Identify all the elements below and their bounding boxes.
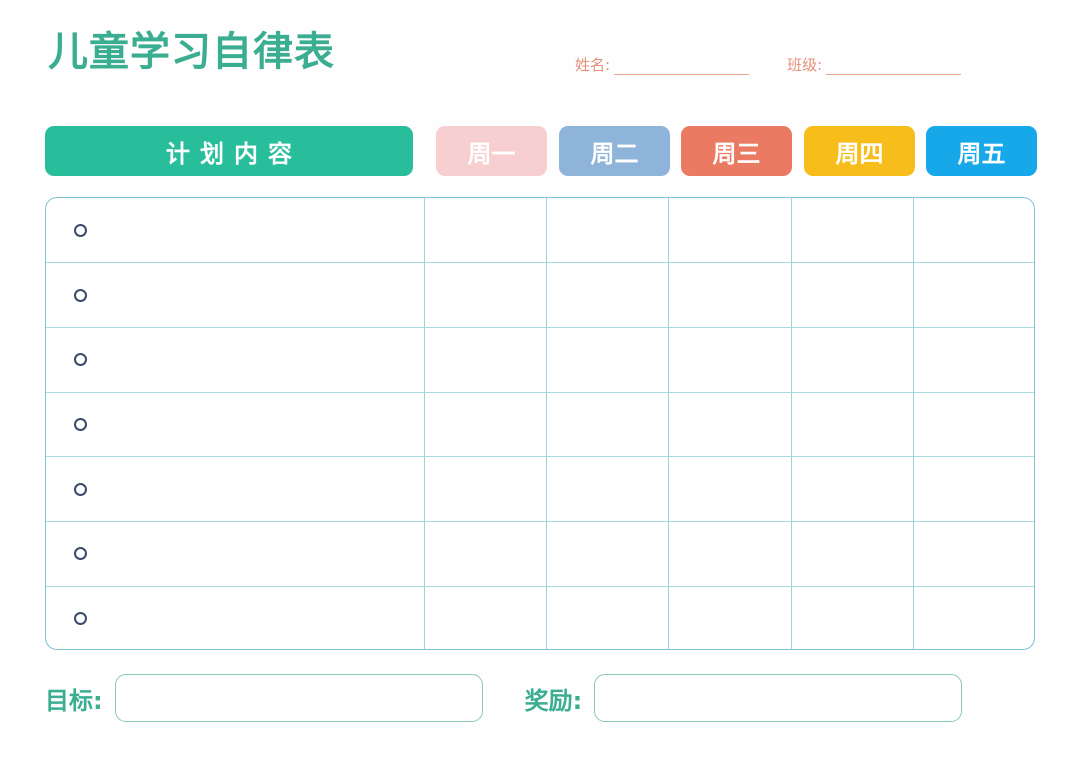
day-cell[interactable] [546, 456, 670, 522]
name-field-label: 姓名: [575, 56, 611, 74]
day-cell[interactable] [424, 521, 547, 587]
page-header: 儿童学习自律表 姓名: 班级: [0, 0, 1080, 110]
class-field-writeline[interactable] [826, 74, 962, 75]
day-cell[interactable] [791, 198, 915, 264]
circle-outline-icon [74, 547, 87, 561]
day-cell[interactable] [791, 521, 915, 587]
day-cell[interactable] [424, 198, 547, 264]
day-cell[interactable] [791, 262, 915, 328]
plan-cell[interactable] [46, 521, 425, 587]
plan-table [46, 198, 1034, 649]
day-cell[interactable] [668, 586, 792, 649]
table-row [46, 392, 1034, 458]
day-cell[interactable] [668, 392, 792, 458]
column-header-tuesday[interactable]: 周二 [559, 126, 670, 176]
plan-cell[interactable] [46, 586, 425, 649]
footer-row: 目标: 奖励: [45, 668, 1037, 728]
circle-outline-icon [74, 288, 87, 302]
day-cell[interactable] [424, 392, 547, 458]
day-cell[interactable] [914, 586, 1034, 649]
day-cell[interactable] [546, 521, 670, 587]
table-row [46, 586, 1034, 649]
day-cell[interactable] [668, 521, 792, 587]
day-cell[interactable] [913, 392, 1034, 458]
column-header-row: 计划内容 周一 周二 周三 周四 周五 [45, 126, 1037, 176]
meta-fields: 姓名: 班级: [575, 56, 962, 75]
table-row [46, 262, 1034, 328]
plan-cell[interactable] [46, 456, 425, 522]
reward-input[interactable] [594, 674, 963, 722]
table-row [46, 456, 1034, 522]
name-field-writeline[interactable] [614, 74, 750, 75]
plan-table-container [45, 197, 1035, 650]
goal-label: 目标: [45, 686, 103, 715]
goal-input[interactable] [114, 674, 483, 722]
day-cell[interactable] [546, 392, 670, 458]
day-cell[interactable] [913, 198, 1034, 264]
circle-outline-icon [74, 417, 87, 431]
day-cell[interactable] [913, 327, 1034, 393]
column-header-wednesday[interactable]: 周三 [681, 126, 792, 176]
day-cell[interactable] [424, 327, 547, 393]
day-cell[interactable] [546, 262, 670, 328]
class-field-label: 班级: [787, 56, 823, 74]
day-cell[interactable] [668, 456, 792, 522]
day-cell[interactable] [791, 456, 915, 522]
table-row [46, 521, 1034, 587]
column-header-friday[interactable]: 周五 [926, 126, 1037, 176]
circle-outline-icon [74, 223, 87, 237]
day-cell[interactable] [546, 198, 670, 264]
reward-label: 奖励: [524, 686, 583, 715]
circle-outline-icon [74, 482, 87, 496]
circle-outline-icon [74, 612, 87, 626]
column-header-plan[interactable]: 计划内容 [45, 126, 413, 176]
table-row [46, 327, 1034, 393]
day-cell[interactable] [791, 327, 915, 393]
day-cell[interactable] [668, 327, 792, 393]
plan-cell[interactable] [46, 392, 425, 458]
reward-group: 奖励: [525, 674, 963, 722]
goal-group: 目标: [45, 674, 483, 722]
page-title: 儿童学习自律表 [48, 29, 335, 75]
plan-cell[interactable] [46, 262, 425, 328]
day-cell[interactable] [424, 456, 547, 522]
day-cell[interactable] [913, 521, 1034, 587]
name-field[interactable]: 姓名: [575, 56, 750, 75]
day-cell[interactable] [668, 198, 792, 264]
day-cell[interactable] [424, 586, 547, 649]
column-header-monday[interactable]: 周一 [436, 126, 547, 176]
day-cell[interactable] [791, 586, 915, 649]
plan-cell[interactable] [46, 327, 425, 393]
circle-outline-icon [74, 353, 87, 367]
column-header-thursday[interactable]: 周四 [804, 126, 915, 176]
day-cell[interactable] [546, 327, 670, 393]
worksheet-page: 儿童学习自律表 姓名: 班级: 计划内容 周一 周二 周三 周四 周五 目标: … [0, 0, 1080, 762]
plan-cell[interactable] [46, 198, 425, 264]
table-row [46, 198, 1034, 264]
day-cell[interactable] [913, 456, 1034, 522]
class-field[interactable]: 班级: [787, 56, 962, 75]
day-cell[interactable] [791, 392, 915, 458]
day-cell[interactable] [913, 262, 1034, 328]
day-cell[interactable] [424, 262, 547, 328]
day-cell[interactable] [668, 262, 792, 328]
day-cell[interactable] [546, 586, 670, 649]
plan-table-body [46, 198, 1034, 649]
